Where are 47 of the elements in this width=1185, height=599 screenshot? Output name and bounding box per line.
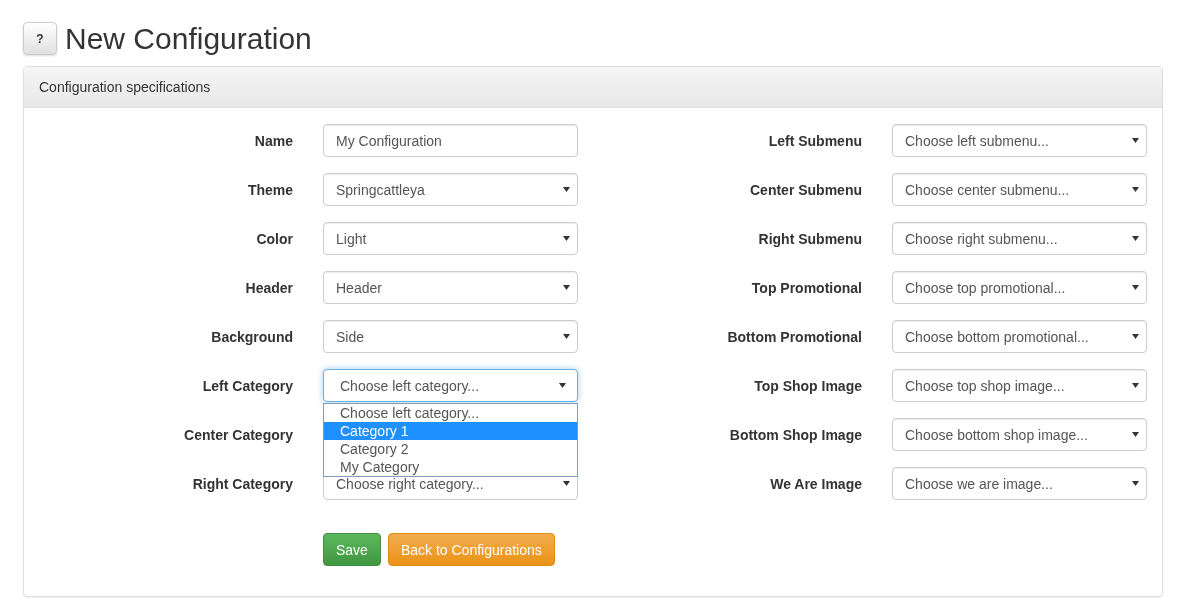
field-label: Background <box>210 328 293 345</box>
caret-icon <box>1132 138 1139 143</box>
field-label: Center Submenu <box>749 181 862 198</box>
select-field[interactable]: Side <box>323 320 578 353</box>
select-field[interactable]: Header <box>323 271 578 304</box>
select-field[interactable]: Choose center submenu... <box>892 173 1147 206</box>
caret-icon <box>563 334 570 339</box>
field-label: Theme <box>246 181 293 198</box>
select-field[interactable]: Choose right submenu... <box>892 222 1147 255</box>
select-field[interactable]: Choose left category... <box>323 369 578 402</box>
page-title: New Configuration <box>65 22 312 55</box>
select-field[interactable]: Choose left submenu... <box>892 124 1147 157</box>
select-field[interactable]: Choose bottom shop image... <box>892 418 1147 451</box>
field-label: Bottom Shop Image <box>728 426 862 443</box>
select-field[interactable]: Choose bottom promotional... <box>892 320 1147 353</box>
caret-icon <box>563 187 570 192</box>
field-label: Top Promotional <box>750 279 862 296</box>
caret-icon <box>1132 285 1139 290</box>
field-label: Left Submenu <box>767 132 862 149</box>
field-label: Header <box>244 279 293 296</box>
caret-icon <box>563 236 570 241</box>
field-label: Color <box>255 230 293 247</box>
caret-icon <box>563 285 570 290</box>
field-label: Left Category <box>201 377 293 394</box>
caret-icon <box>563 481 570 486</box>
select-field[interactable]: Light <box>323 222 578 255</box>
help-button[interactable]: ? <box>23 22 57 55</box>
caret-icon <box>1132 481 1139 486</box>
select-field[interactable]: Choose top shop image... <box>892 369 1147 402</box>
field-label: Top Shop Image <box>753 377 862 394</box>
caret-icon <box>1132 187 1139 192</box>
caret-icon <box>1132 432 1139 437</box>
select-field[interactable]: Choose top promotional... <box>892 271 1147 304</box>
field-label: Name <box>253 132 293 149</box>
field-label: Center Category <box>183 426 293 443</box>
field-label: Bottom Promotional <box>726 328 862 345</box>
input-field[interactable]: My Configuration <box>323 124 578 157</box>
select-field[interactable]: Springcattleya <box>323 173 578 206</box>
field-label: Right Submenu <box>757 230 862 247</box>
field-label: We Are Image <box>769 475 862 492</box>
caret-icon <box>1132 236 1139 241</box>
caret-icon <box>1132 334 1139 339</box>
panel-heading: Configuration specifications <box>24 67 1162 108</box>
caret-icon <box>559 383 566 388</box>
select-field[interactable]: Choose we are image... <box>892 467 1147 500</box>
caret-icon <box>1132 383 1139 388</box>
field-label: Right Category <box>191 475 293 492</box>
